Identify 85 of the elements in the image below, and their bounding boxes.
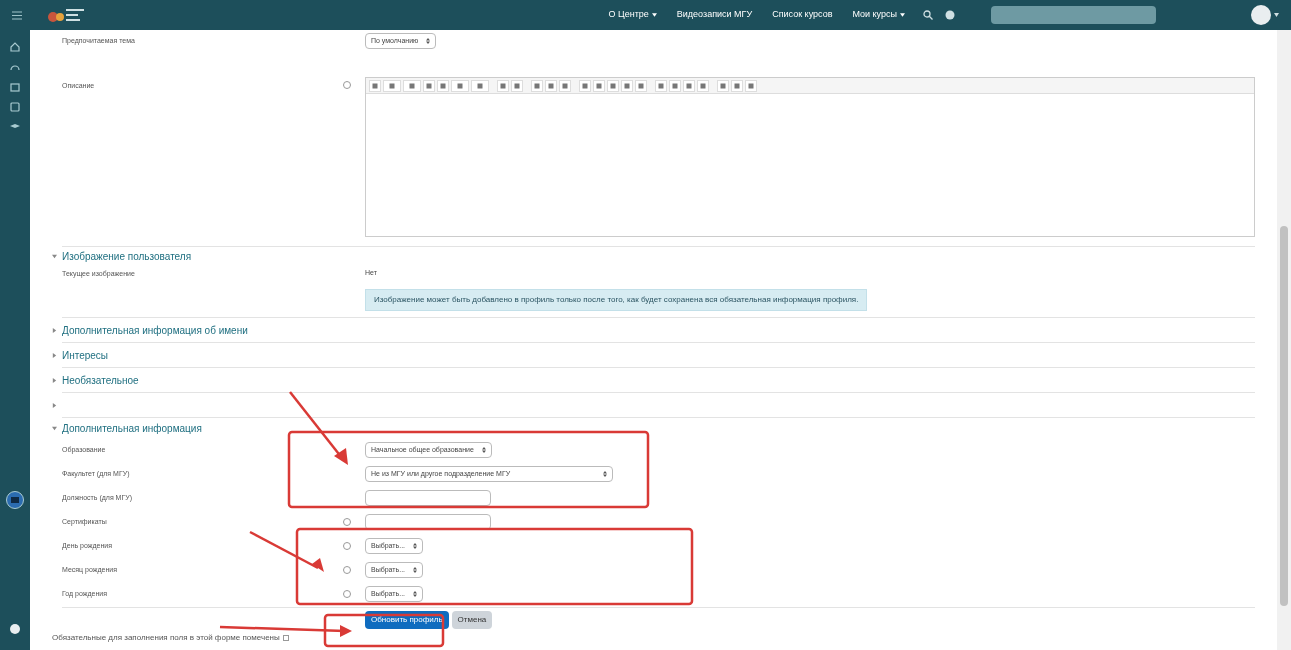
tool-icon <box>748 82 754 89</box>
section-header[interactable]: Необязательное <box>52 368 1255 392</box>
files-icon[interactable] <box>10 102 20 112</box>
tool-icon <box>734 82 740 89</box>
toolbar-button[interactable] <box>451 79 469 92</box>
toolbar-button[interactable] <box>511 79 523 92</box>
required-icon <box>282 634 289 641</box>
toolbar-button[interactable] <box>593 79 605 92</box>
tool-icon <box>514 82 520 89</box>
sort-arrows-icon <box>481 447 486 453</box>
nav-link[interactable]: Мои курсы <box>852 8 905 22</box>
search-icon[interactable] <box>923 10 933 20</box>
sort-arrows-icon <box>413 591 418 597</box>
tool-icon <box>672 82 678 89</box>
section-header[interactable]: Дополнительная информация <box>52 418 1255 438</box>
toolbar-button[interactable] <box>531 79 543 92</box>
sort-arrows-icon <box>413 543 418 549</box>
sort-arrows-icon <box>603 471 607 477</box>
home-icon[interactable] <box>10 42 20 52</box>
tool-icon <box>610 82 616 89</box>
gauge-icon[interactable] <box>10 62 20 72</box>
tool-icon <box>548 82 554 89</box>
tool-icon <box>562 82 568 89</box>
scrollbar[interactable] <box>1277 30 1291 650</box>
toolbar-button[interactable] <box>471 79 489 92</box>
nav-link[interactable]: Список курсов <box>772 8 833 22</box>
help-icon[interactable] <box>342 566 351 574</box>
toolbar-button[interactable] <box>497 79 509 92</box>
tool-icon <box>700 82 706 89</box>
tool-icon <box>638 82 644 89</box>
toolbar-button[interactable] <box>745 79 757 92</box>
tool-icon <box>426 82 432 89</box>
toolbar-button[interactable] <box>559 79 571 92</box>
toolbar-button[interactable] <box>635 79 647 92</box>
cancel-button[interactable]: Отмена <box>451 610 493 629</box>
toolbar-button[interactable] <box>731 79 743 92</box>
toolbar-button[interactable] <box>579 79 591 92</box>
toolbar-button[interactable] <box>383 79 401 92</box>
sort-arrows-icon <box>426 38 431 44</box>
section-header[interactable]: Интересы <box>52 343 1255 367</box>
tool-icon <box>582 82 588 89</box>
tool-icon <box>440 82 446 89</box>
tool-icon <box>457 82 463 89</box>
tool-icon <box>409 82 415 89</box>
toolbar-button[interactable] <box>423 79 435 92</box>
tool-icon <box>720 82 726 89</box>
toolbar-button[interactable] <box>697 79 709 92</box>
toolbar-button[interactable] <box>607 79 619 92</box>
tool-icon <box>534 82 540 89</box>
required-note: Обязательные для заполнения поля в этой форме помечены <box>52 631 280 644</box>
toolbar-button[interactable] <box>621 79 633 92</box>
toolbar-button[interactable] <box>437 79 449 92</box>
sort-arrows-icon <box>413 567 418 573</box>
help-icon[interactable] <box>342 590 351 598</box>
section-header[interactable]: Изображение пользователя <box>52 247 1255 265</box>
nav-link[interactable]: Видеозаписи МГУ <box>676 8 753 22</box>
tool-icon <box>500 82 506 89</box>
toolbar-button[interactable] <box>403 79 421 92</box>
toolbar-button[interactable] <box>717 79 729 92</box>
help-icon[interactable] <box>342 542 351 550</box>
tool-icon <box>686 82 692 89</box>
nav-link[interactable]: О Центре <box>608 8 657 22</box>
tool-icon <box>477 82 483 89</box>
toolbar-button[interactable] <box>655 79 667 92</box>
help-icon[interactable] <box>342 81 351 89</box>
tool-icon <box>389 82 395 89</box>
tool-icon <box>624 82 630 89</box>
avatar-icon[interactable] <box>1251 5 1271 25</box>
menu-icon[interactable] <box>12 10 22 20</box>
chat-icon[interactable] <box>6 491 24 509</box>
section-header[interactable]: Дополнительная информация об имени <box>52 318 1255 342</box>
calendar-icon[interactable] <box>10 82 20 92</box>
toolbar-button[interactable] <box>545 79 557 92</box>
tool-icon <box>596 82 602 89</box>
help-circle-icon[interactable] <box>10 624 20 634</box>
info-alert: Изображение может быть добавлено в профиль только после того, как будет сохранена вся обязательная информация профиля. <box>365 289 868 311</box>
text-input-field[interactable] <box>365 490 491 506</box>
toolbar-button[interactable] <box>369 79 381 92</box>
toolbar-button[interactable] <box>669 79 681 92</box>
caret-icon[interactable] <box>1274 13 1279 17</box>
toolbar-button[interactable] <box>683 79 695 92</box>
tool-icon <box>658 82 664 89</box>
help-icon[interactable] <box>342 518 351 526</box>
globe-icon[interactable] <box>945 10 955 20</box>
tool-icon <box>372 82 378 89</box>
